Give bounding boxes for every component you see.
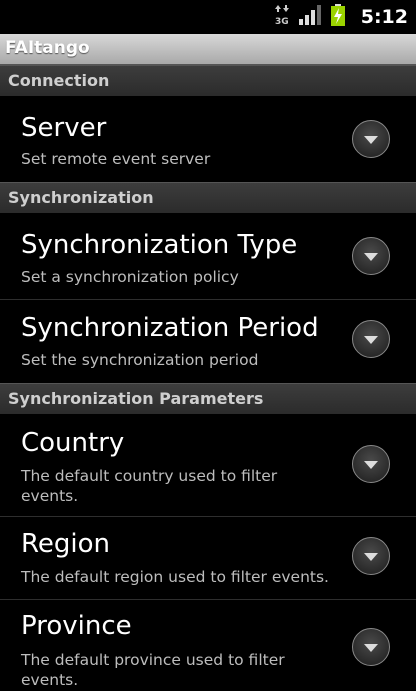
pref-summary: Set the synchronization period [21,351,259,369]
pref-summary: The default province used to filter even… [21,651,285,689]
category-header: Connection [8,71,110,90]
pref-province[interactable]: Province The default province used to fi… [0,600,416,691]
chevron-down-icon[interactable] [352,445,390,483]
chevron-down-icon[interactable] [352,628,390,666]
data-arrows-3g-icon: 3G [274,4,289,30]
chevron-down-icon[interactable] [352,320,390,358]
chevron-down-icon[interactable] [352,120,390,158]
pref-synchronization-type[interactable]: Synchronization Type Set a synchronizati… [0,213,416,299]
battery-charging-icon [330,4,345,30]
status-bar: 3G 5:12 [0,0,416,34]
pref-title: Country [21,428,125,458]
pref-synchronization-period[interactable]: Synchronization Period Set the synchroni… [0,300,416,383]
pref-title: Synchronization Period [21,313,319,343]
pref-region[interactable]: Region The default region used to filter… [0,517,416,599]
pref-title: Region [21,529,111,559]
pref-title: Synchronization Type [21,230,298,260]
category-header: Synchronization Parameters [8,389,264,408]
pref-summary: The default region used to filter events… [21,568,329,586]
category-header: Synchronization [8,188,154,207]
clock: 5:12 [360,6,408,28]
pref-title: Province [21,611,132,641]
category-connection: Connection [0,65,416,96]
category-synchronization-parameters: Synchronization Parameters [0,383,416,414]
category-synchronization: Synchronization [0,182,416,213]
app-title: FAItango [5,38,90,58]
pref-country[interactable]: Country The default country used to filt… [0,414,416,516]
pref-summary: Set remote event server [21,150,211,168]
pref-title: Server [21,113,107,143]
pref-server[interactable]: Server Set remote event server [0,96,416,182]
network-label: 3G [275,17,289,26]
app-title-bar: FAItango [0,34,416,65]
pref-summary: Set a synchronization policy [21,268,239,286]
chevron-down-icon[interactable] [352,237,390,275]
signal-bars-icon [298,5,321,29]
chevron-down-icon[interactable] [352,537,390,575]
pref-summary: The default country used to filter event… [21,467,278,505]
